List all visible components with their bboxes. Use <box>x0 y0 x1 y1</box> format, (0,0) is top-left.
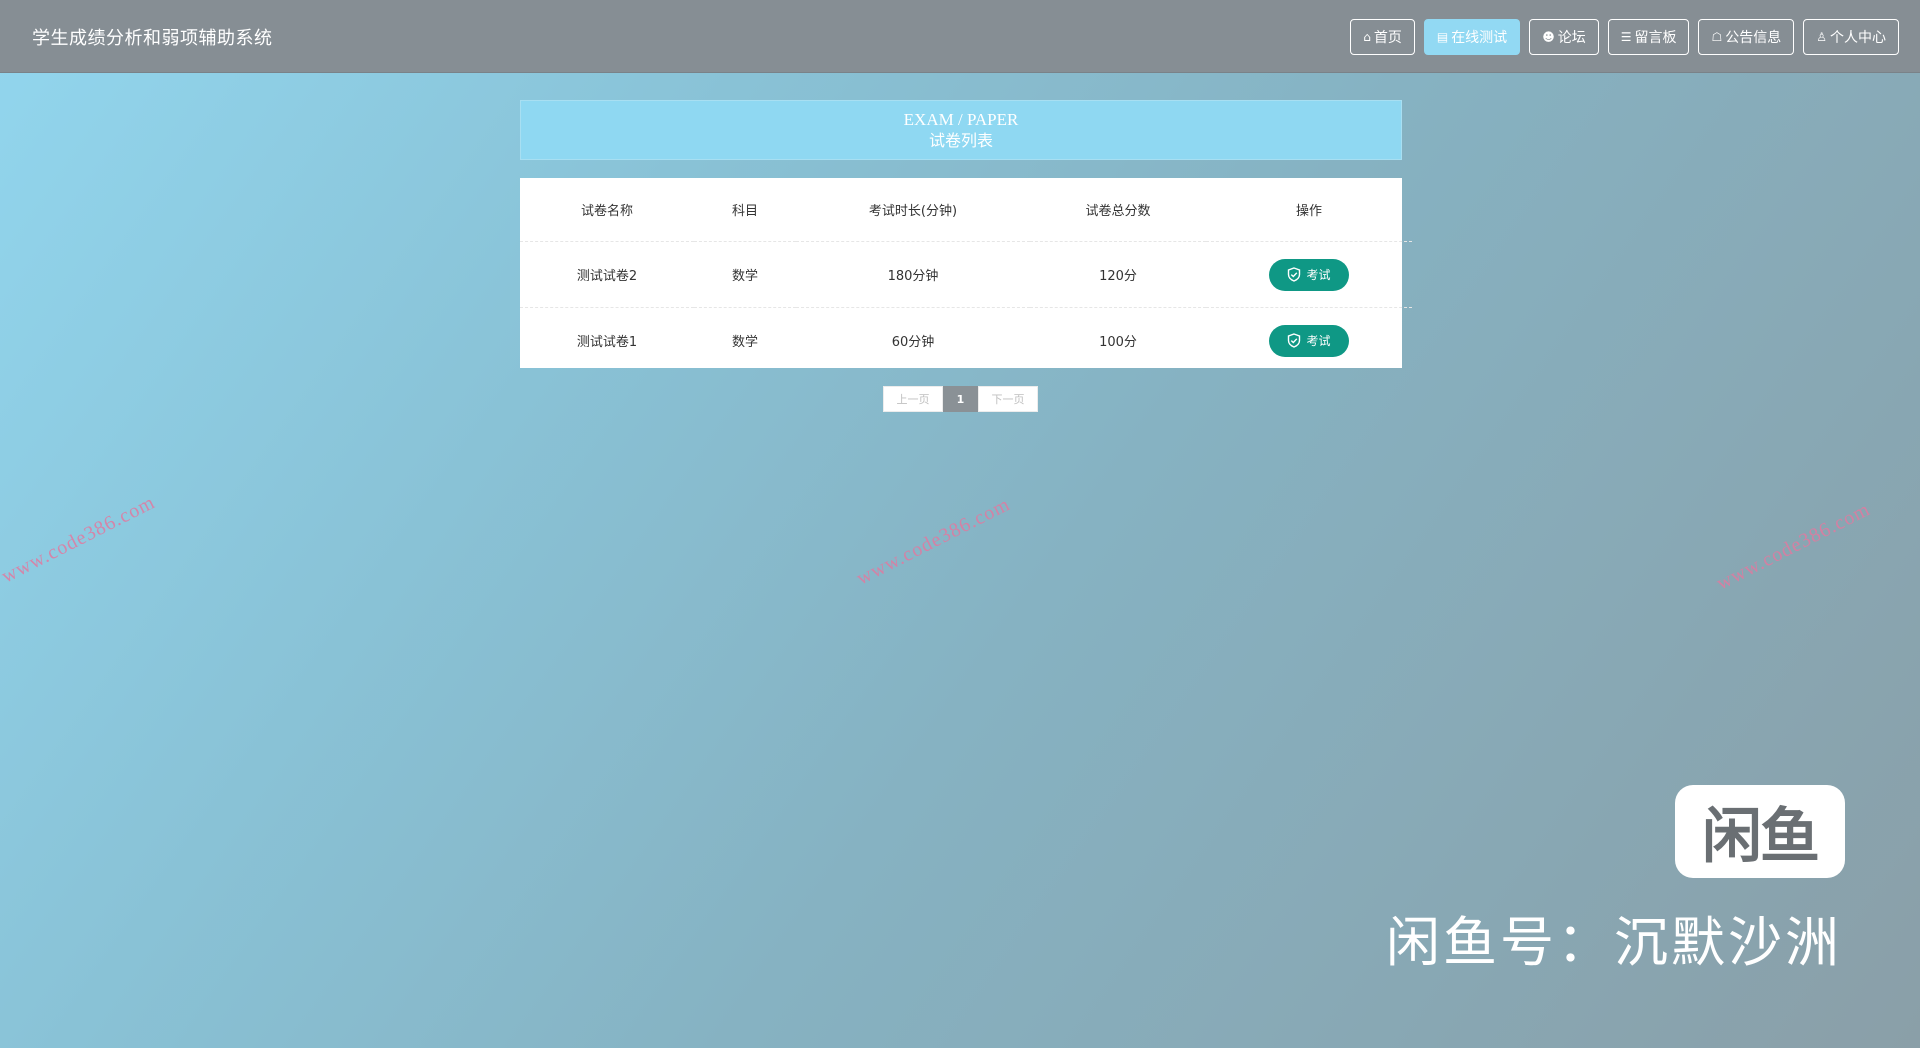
nav-label: 个人中心 <box>1830 30 1886 46</box>
nav-label: 留言板 <box>1634 30 1677 46</box>
next-page-button[interactable]: 下一页 <box>978 386 1038 412</box>
column-header: 科目 <box>731 204 758 219</box>
duration-cell: 180分钟 <box>796 241 1030 308</box>
forum-icon: ☻ <box>1542 30 1555 44</box>
exam-table: 试卷名称 科目 考试时长(分钟) 试卷总分数 操作 测试试卷2 数学 180分钟… <box>520 178 1412 373</box>
take-exam-label: 考试 <box>1306 268 1331 282</box>
nav-label: 首页 <box>1373 30 1402 46</box>
watermark-text: www.code386.com <box>853 493 1014 590</box>
section-header: EXAM / PAPER 试卷列表 <box>520 100 1402 160</box>
pagination: 上一页 1 下一页 <box>883 386 1038 412</box>
current-page-button[interactable]: 1 <box>943 386 978 412</box>
prev-page-button[interactable]: 上一页 <box>883 386 943 412</box>
main-nav: ⌂ 首页 ▤ 在线测试 ☻ 论坛 ☰ 留言板 ☖ 公告信息 ♙ 个人中心 <box>1350 19 1899 55</box>
top-navbar: 学生成绩分析和弱项辅助系统 ⌂ 首页 ▤ 在线测试 ☻ 论坛 ☰ 留言板 ☖ 公… <box>0 0 1920 73</box>
exam-name-cell: 测试试卷2 <box>520 241 694 308</box>
exam-icon: ▤ <box>1436 30 1449 44</box>
score-cell: 100分 <box>1030 307 1206 373</box>
column-header: 操作 <box>1295 204 1322 219</box>
message-icon: ☰ <box>1620 30 1632 44</box>
shield-check-icon <box>1288 333 1301 348</box>
column-header: 考试时长(分钟) <box>868 204 958 219</box>
subject-cell: 数学 <box>694 307 796 373</box>
xianyu-logo: 闲鱼 <box>1675 785 1845 878</box>
table-row: 测试试卷1 数学 60分钟 100分 考试 <box>520 307 1412 373</box>
action-cell: 考试 <box>1206 307 1412 373</box>
shield-check-icon <box>1288 267 1301 282</box>
score-cell: 120分 <box>1030 241 1206 308</box>
watermark-text: www.code386.com <box>1713 498 1874 595</box>
take-exam-label: 考试 <box>1306 334 1331 348</box>
duration-cell: 60分钟 <box>796 307 1030 373</box>
column-header: 试卷总分数 <box>1085 204 1151 219</box>
column-header: 试卷名称 <box>580 204 633 219</box>
nav-online-test-button[interactable]: ▤ 在线测试 <box>1423 19 1521 55</box>
exam-name-cell: 测试试卷1 <box>520 307 694 373</box>
notice-icon: ☖ <box>1711 30 1723 44</box>
nav-home-button[interactable]: ⌂ 首页 <box>1350 19 1415 55</box>
app-title: 学生成绩分析和弱项辅助系统 <box>32 28 273 49</box>
action-cell: 考试 <box>1206 241 1412 308</box>
user-icon: ♙ <box>1816 30 1827 44</box>
nav-message-board-button[interactable]: ☰ 留言板 <box>1607 19 1690 55</box>
table-row: 测试试卷2 数学 180分钟 120分 考试 <box>520 241 1412 308</box>
nav-label: 论坛 <box>1557 30 1586 46</box>
take-exam-button[interactable]: 考试 <box>1269 258 1349 291</box>
logo-text: 闲鱼 <box>1702 802 1820 872</box>
nav-notice-button[interactable]: ☖ 公告信息 <box>1698 19 1795 55</box>
take-exam-button[interactable]: 考试 <box>1269 324 1349 357</box>
nav-label: 公告信息 <box>1725 30 1782 46</box>
table-header-row: 试卷名称 科目 考试时长(分钟) 试卷总分数 操作 <box>520 178 1412 242</box>
watermark-text: www.code386.com <box>0 491 159 588</box>
nav-forum-button[interactable]: ☻ 论坛 <box>1529 19 1599 55</box>
section-title-cn: 试卷列表 <box>928 131 993 150</box>
nav-profile-button[interactable]: ♙ 个人中心 <box>1803 19 1899 55</box>
section-title-en: EXAM / PAPER <box>903 110 1019 129</box>
seller-watermark: 闲鱼号：沉默沙洲 <box>1386 911 1842 974</box>
home-icon: ⌂ <box>1363 30 1371 44</box>
nav-label: 在线测试 <box>1451 30 1508 46</box>
subject-cell: 数学 <box>694 241 796 308</box>
